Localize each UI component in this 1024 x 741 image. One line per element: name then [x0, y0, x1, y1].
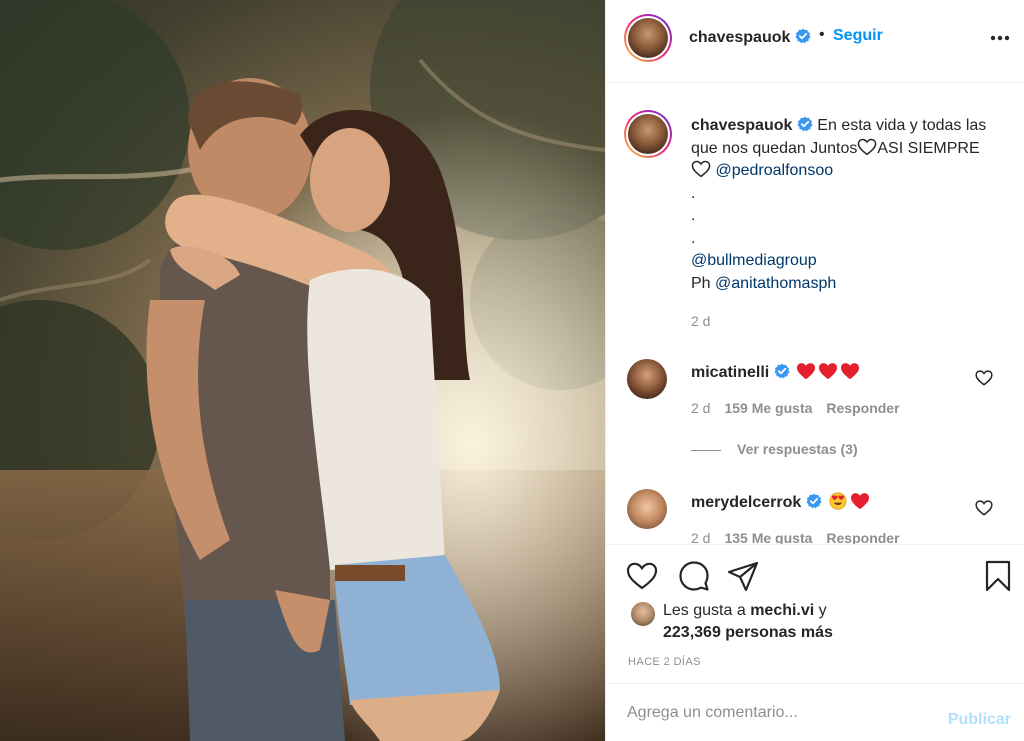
- caption-text-2: ASI SIEMPRE: [877, 139, 980, 157]
- likes-count[interactable]: 223,369 personas más: [663, 624, 833, 641]
- red-heart-emoji-icon: [797, 363, 816, 380]
- author-username[interactable]: chavespauok: [689, 28, 811, 47]
- reply-button[interactable]: Responder: [826, 530, 899, 544]
- comment-avatar[interactable]: [627, 359, 667, 399]
- verified-badge-icon: [795, 28, 811, 44]
- verified-badge-icon: [806, 493, 822, 509]
- heart-eyes-emoji-icon: [829, 492, 847, 510]
- publish-button[interactable]: Publicar: [948, 711, 1011, 729]
- likes-prefix: Les gusta a: [663, 602, 746, 619]
- more-options-icon[interactable]: [989, 28, 1011, 48]
- caption-dot: .: [691, 207, 696, 224]
- comment-likes-count[interactable]: 159 Me gusta: [724, 400, 812, 416]
- caption-dot: .: [691, 229, 696, 247]
- caption-ph-prefix: Ph: [691, 274, 711, 292]
- comment-input[interactable]: [627, 700, 927, 726]
- bookmark-icon[interactable]: [981, 559, 1015, 593]
- liker-avatar[interactable]: [631, 602, 655, 626]
- caption-age: 2 d: [691, 313, 710, 329]
- outline-heart-icon: [858, 138, 877, 155]
- post-photo[interactable]: [0, 0, 605, 741]
- mention-link[interactable]: @pedroalfonsoo: [715, 162, 833, 179]
- caption-author-username[interactable]: chavespauok: [691, 117, 792, 134]
- comment-body: micatinelli: [691, 362, 860, 382]
- comment-likes-count[interactable]: 135 Me gusta: [724, 530, 812, 544]
- likes-summary: Les gusta a mechi.vi y 223,369 personas …: [606, 596, 1024, 646]
- mention-link[interactable]: @anitathomasph: [715, 275, 836, 292]
- author-username-text[interactable]: chavespauok: [689, 29, 790, 46]
- post-caption: chavespauok En esta vida y todas las que…: [691, 115, 991, 295]
- comment-meta: 2 d 135 Me gusta Responder: [691, 530, 914, 544]
- post-header: chavespauok • Seguir: [606, 0, 1024, 83]
- comment-meta: 2 d 159 Me gusta Responder: [691, 400, 914, 416]
- paper-plane-icon[interactable]: [726, 559, 760, 593]
- comment-age: 2 d: [691, 400, 711, 416]
- comment-like-heart-icon[interactable]: [975, 369, 993, 387]
- liker-username[interactable]: mechi.vi: [750, 602, 814, 619]
- separator-dot: •: [819, 26, 825, 43]
- author-avatar[interactable]: [624, 14, 672, 62]
- red-heart-emoji-icon: [819, 363, 838, 380]
- add-comment-bar: Publicar: [606, 683, 1024, 741]
- caption-dot: .: [691, 184, 696, 202]
- likes-connector: y: [818, 602, 827, 619]
- follow-button[interactable]: Seguir: [833, 27, 883, 45]
- reply-button[interactable]: Responder: [826, 400, 899, 416]
- comment-body: merydelcerrok: [691, 492, 870, 512]
- heart-outline-icon[interactable]: [625, 559, 659, 593]
- caption-author-avatar[interactable]: [624, 110, 672, 158]
- red-heart-emoji-icon: [851, 493, 870, 510]
- outline-heart-icon: [691, 160, 711, 178]
- view-replies-text[interactable]: Ver respuestas (3): [737, 441, 858, 457]
- comments-list[interactable]: chavespauok En esta vida y todas las que…: [606, 84, 1024, 544]
- post-side-panel: chavespauok • Seguir chavespauok En esta…: [605, 0, 1024, 741]
- post-timestamp[interactable]: HACE 2 DÍAS: [628, 656, 701, 668]
- red-heart-emoji-icon: [841, 363, 860, 380]
- comment-bubble-icon[interactable]: [677, 559, 711, 593]
- comment-like-heart-icon[interactable]: [975, 499, 993, 517]
- comment-username[interactable]: merydelcerrok: [691, 494, 801, 511]
- caption-age-text: 2 d: [691, 313, 711, 329]
- view-replies-button[interactable]: Ver respuestas (3): [691, 441, 858, 457]
- verified-badge-icon: [774, 363, 790, 379]
- replies-divider-line: [691, 449, 721, 451]
- verified-badge-icon: [797, 116, 813, 132]
- mention-link[interactable]: @bullmediagroup: [691, 252, 817, 269]
- comment-avatar[interactable]: [627, 489, 667, 529]
- comment-age: 2 d: [691, 530, 711, 544]
- likes-text: Les gusta a mechi.vi y 223,369 personas …: [663, 600, 833, 644]
- post-action-bar: [606, 544, 1024, 604]
- comment-username[interactable]: micatinelli: [691, 364, 769, 381]
- couple-photo-illustration: [0, 0, 605, 741]
